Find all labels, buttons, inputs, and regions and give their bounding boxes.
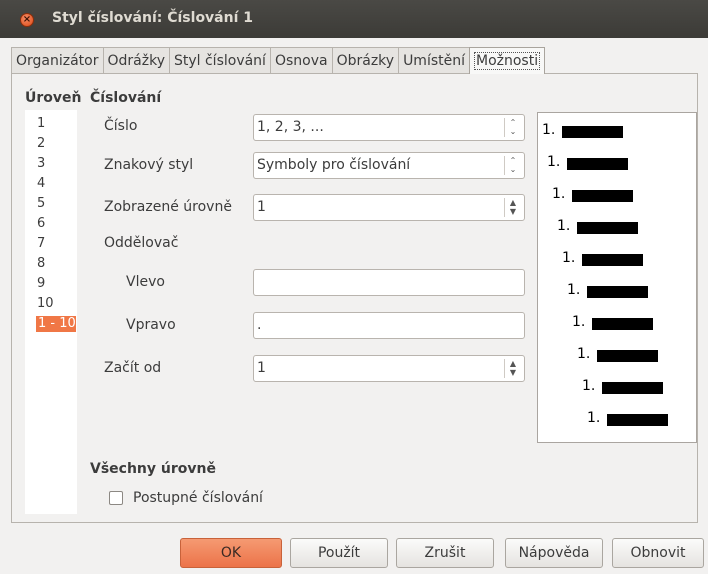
updown-icon: ⌃ ⌄ (504, 118, 521, 137)
vpravo-input[interactable]: . (253, 312, 525, 339)
preview-number: 1. (552, 186, 566, 202)
spin-arrows-icon[interactable]: ▲ ▼ (504, 359, 521, 378)
title-bar: × Styl číslování: Číslování 1 (0, 0, 708, 38)
preview-bar (562, 126, 623, 138)
zacit-od-label: Začít od (104, 360, 162, 376)
preview-bar (607, 414, 668, 426)
znakovy-styl-value: Symboly pro číslování (257, 157, 411, 173)
numbering-preview: 1. 1. 1. 1. 1. 1. 1. 1. 1. 1. (537, 112, 697, 443)
tab-bar: Organizátor Odrážky Styl číslování Osnov… (11, 47, 546, 74)
level-item-4[interactable]: 4 (37, 176, 45, 192)
spin-arrows-icon[interactable]: ▲ ▼ (504, 198, 521, 217)
numbering-heading: Číslování (90, 90, 162, 106)
consecutive-numbering-checkbox[interactable] (109, 491, 123, 505)
preview-number: 1. (582, 378, 596, 394)
zobrazene-urovne-value: 1 (257, 199, 266, 215)
level-item-3[interactable]: 3 (37, 156, 45, 172)
preview-number: 1. (572, 314, 586, 330)
preview-bar (582, 254, 643, 266)
cislo-select[interactable]: 1, 2, 3, ... ⌃ ⌄ (253, 114, 525, 141)
preview-number: 1. (547, 154, 561, 170)
tab-moznosti-label: Možnosti (474, 52, 541, 70)
tab-moznosti[interactable]: Možnosti (469, 47, 546, 74)
cislo-label: Číslo (104, 118, 138, 134)
preview-bar (602, 382, 663, 394)
preview-number: 1. (567, 282, 581, 298)
level-item-5[interactable]: 5 (37, 196, 45, 212)
level-item-8[interactable]: 8 (37, 256, 45, 272)
apply-button[interactable]: Použít (290, 538, 388, 568)
tab-osnova[interactable]: Osnova (269, 47, 333, 73)
vlevo-label: Vlevo (126, 274, 165, 290)
reset-button[interactable]: Obnovit (612, 538, 704, 568)
preview-bar (577, 222, 638, 234)
zobrazene-urovne-label: Zobrazené úrovně (104, 199, 232, 215)
tab-odrazky[interactable]: Odrážky (102, 47, 170, 73)
help-button[interactable]: Nápověda (505, 538, 603, 568)
level-list[interactable]: 1 2 3 4 5 6 7 8 9 10 1 - 10 (25, 110, 77, 514)
tab-organizator[interactable]: Organizátor (11, 47, 104, 73)
level-item-all[interactable]: 1 - 10 (36, 316, 76, 332)
preview-bar (597, 350, 658, 362)
preview-number: 1. (562, 250, 576, 266)
oddelovac-label: Oddělovač (104, 235, 179, 251)
znakovy-styl-label: Znakový styl (104, 157, 194, 173)
cancel-button[interactable]: Zrušit (396, 538, 494, 568)
tab-obrazky[interactable]: Obrázky (331, 47, 400, 73)
zacit-od-spinbox[interactable]: 1 ▲ ▼ (253, 355, 525, 382)
vlevo-input[interactable] (253, 269, 525, 296)
all-levels-heading: Všechny úrovně (90, 461, 216, 477)
level-item-9[interactable]: 9 (37, 276, 45, 292)
preview-number: 1. (542, 122, 556, 138)
znakovy-styl-select[interactable]: Symboly pro číslování ⌃ ⌄ (253, 152, 525, 179)
tab-umisteni[interactable]: Umístění (398, 47, 470, 73)
preview-bar (572, 190, 633, 202)
preview-bar (567, 158, 628, 170)
vpravo-label: Vpravo (126, 317, 176, 333)
ok-button[interactable]: OK (180, 538, 282, 568)
tab-styl-cislovani[interactable]: Styl číslování (168, 47, 271, 73)
preview-number: 1. (587, 410, 601, 426)
level-item-7[interactable]: 7 (37, 236, 45, 252)
window-title: Styl číslování: Číslování 1 (52, 10, 254, 26)
updown-icon: ⌃ ⌄ (504, 156, 521, 175)
preview-number: 1. (577, 346, 591, 362)
cislo-value: 1, 2, 3, ... (257, 119, 324, 135)
preview-number: 1. (557, 218, 571, 234)
level-item-6[interactable]: 6 (37, 216, 45, 232)
vpravo-value: . (257, 317, 262, 333)
zacit-od-value: 1 (257, 360, 266, 376)
close-icon[interactable]: × (20, 13, 34, 27)
level-item-10[interactable]: 10 (37, 296, 54, 312)
level-item-2[interactable]: 2 (37, 136, 45, 152)
consecutive-numbering-label[interactable]: Postupné číslování (133, 490, 263, 506)
preview-bar (592, 318, 653, 330)
zobrazene-urovne-spinbox[interactable]: 1 ▲ ▼ (253, 194, 525, 221)
preview-bar (587, 286, 648, 298)
level-heading: Úroveň (25, 90, 82, 106)
level-item-1[interactable]: 1 (37, 116, 45, 132)
